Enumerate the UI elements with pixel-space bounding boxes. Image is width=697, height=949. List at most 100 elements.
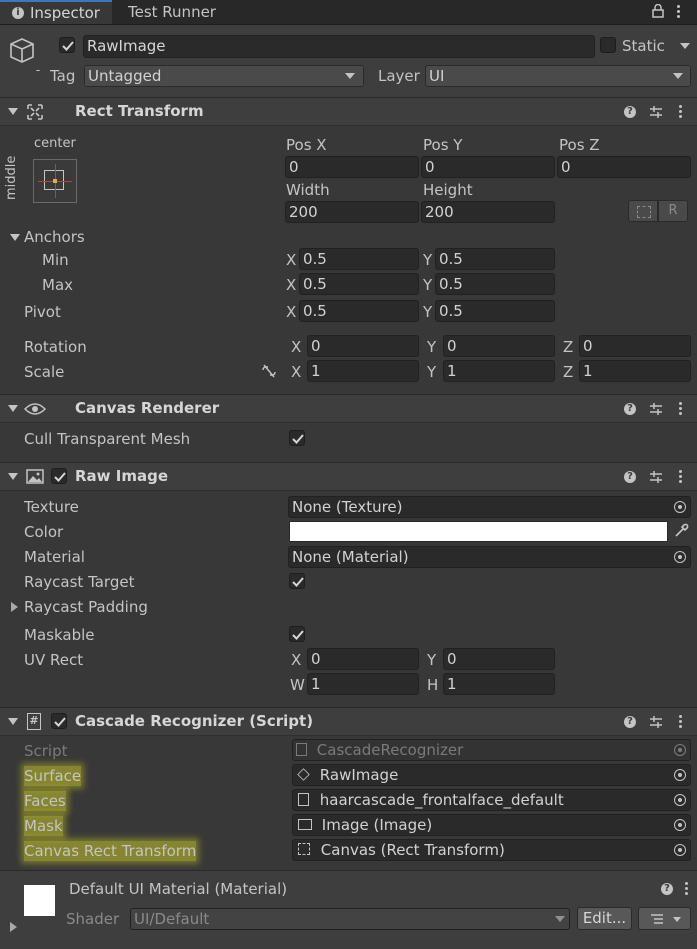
rot-y-field[interactable]: 0 — [443, 335, 555, 357]
rot-z-label: Z — [563, 338, 574, 356]
rot-z-field[interactable]: 0 — [579, 335, 691, 357]
width-field[interactable]: 200 — [285, 201, 419, 223]
help-icon[interactable]: ? — [624, 403, 636, 415]
help-icon[interactable]: ? — [624, 106, 636, 118]
preset-icon[interactable] — [649, 715, 663, 729]
expand-arrow-icon[interactable] — [8, 718, 18, 725]
layer-dropdown[interactable]: UI — [425, 65, 691, 87]
rot-x-field[interactable]: 0 — [307, 335, 419, 357]
uv-x-field[interactable]: 0 — [307, 648, 419, 670]
cull-transparent-checkbox[interactable] — [289, 430, 305, 446]
help-icon[interactable]: ? — [624, 716, 636, 728]
shader-options-button[interactable] — [638, 907, 691, 930]
unlink-icon[interactable] — [261, 364, 277, 378]
pivot-x-field[interactable]: 0.5 — [299, 300, 419, 322]
rotation-label: Rotation — [24, 338, 87, 356]
maskable-checkbox[interactable] — [289, 626, 305, 642]
raw-edit-button[interactable]: R — [658, 200, 688, 222]
tag-dropdown[interactable]: Untagged — [84, 65, 364, 87]
faces-field[interactable]: haarcascade_frontalface_default — [292, 789, 691, 811]
object-picker-icon[interactable] — [674, 769, 686, 781]
max-y-field[interactable]: 0.5 — [435, 273, 555, 295]
uv-y-field[interactable]: 0 — [443, 648, 555, 670]
pos-z-field[interactable]: 0 — [557, 156, 691, 178]
pos-y-field[interactable]: 0 — [421, 156, 555, 178]
faces-value: haarcascade_frontalface_default — [319, 791, 564, 809]
lock-icon[interactable] — [652, 3, 664, 18]
expand-arrow-icon[interactable] — [8, 405, 18, 412]
eyedropper-icon[interactable] — [673, 523, 689, 539]
min-label: Min — [42, 251, 69, 269]
expand-arrow-icon[interactable] — [8, 108, 18, 115]
static-dropdown-icon[interactable] — [680, 43, 690, 49]
uv-w-field[interactable]: 1 — [307, 673, 419, 695]
static-checkbox[interactable] — [600, 37, 616, 53]
object-picker-icon[interactable] — [674, 551, 686, 563]
preset-icon[interactable] — [649, 470, 663, 484]
max-x-field[interactable]: 0.5 — [299, 273, 419, 295]
surface-value: RawImage — [319, 766, 399, 784]
material-expand-icon[interactable] — [10, 922, 17, 932]
gameobject-icon[interactable] — [8, 35, 44, 73]
tab-menu-icon[interactable] — [677, 5, 680, 20]
canvas-rect-transform-field[interactable]: Canvas (Rect Transform) — [292, 839, 691, 861]
min-x-field[interactable]: 0.5 — [299, 248, 419, 270]
raycast-padding-label: Raycast Padding — [24, 598, 148, 616]
blueprint-mode-button[interactable] — [628, 200, 658, 222]
object-picker-icon[interactable] — [674, 819, 686, 831]
image-icon — [26, 469, 44, 484]
help-icon[interactable]: ? — [661, 883, 673, 895]
object-picker-icon[interactable] — [674, 794, 686, 806]
active-checkbox[interactable] — [59, 37, 75, 53]
pivot-y-field[interactable]: 0.5 — [435, 300, 555, 322]
color-swatch[interactable] — [289, 521, 668, 542]
anchor-preset-button[interactable] — [33, 159, 77, 203]
help-icon[interactable]: ? — [624, 471, 636, 483]
scale-z-field[interactable]: 1 — [579, 360, 691, 382]
component-menu-icon[interactable] — [679, 402, 682, 417]
rect-transform-header[interactable]: Rect Transform ? — [0, 97, 697, 126]
faces-label: Faces — [24, 791, 66, 811]
shader-dropdown: UI/Default — [130, 908, 570, 930]
color-label: Color — [24, 523, 64, 541]
mask-field[interactable]: Image (Image) — [292, 814, 691, 836]
scale-x-field[interactable]: 1 — [307, 360, 419, 382]
preset-icon[interactable] — [649, 402, 663, 416]
texture-field[interactable]: None (Texture) — [288, 496, 691, 518]
material-menu-icon[interactable] — [685, 882, 688, 897]
object-picker-icon[interactable] — [674, 844, 686, 856]
uv-rect-label: UV Rect — [24, 651, 84, 669]
tab-test-runner[interactable]: Test Runner — [114, 0, 234, 24]
material-field[interactable]: None (Material) — [288, 546, 691, 568]
surface-field[interactable]: RawImage — [292, 764, 691, 786]
uv-h-field[interactable]: 1 — [443, 673, 555, 695]
min-y-label: Y — [423, 251, 433, 269]
canvas-renderer-header[interactable]: Canvas Renderer ? — [0, 394, 697, 423]
mask-label: Mask — [24, 816, 63, 836]
raw-image-enabled-checkbox[interactable] — [51, 468, 67, 484]
raw-image-header[interactable]: Raw Image ? — [0, 462, 697, 491]
raycast-padding-expand-icon[interactable] — [11, 602, 18, 612]
material-label: Material — [24, 548, 85, 566]
component-menu-icon[interactable] — [679, 105, 682, 120]
pos-x-field[interactable]: 0 — [285, 156, 419, 178]
gameobject-name-field[interactable]: RawImage — [83, 35, 595, 58]
scale-y-field[interactable]: 1 — [443, 360, 555, 382]
object-picker-icon[interactable] — [674, 501, 686, 513]
expand-arrow-icon[interactable] — [8, 473, 18, 480]
min-y-field[interactable]: 0.5 — [435, 248, 555, 270]
height-field[interactable]: 200 — [421, 201, 555, 223]
component-menu-icon[interactable] — [679, 470, 682, 485]
edit-shader-button[interactable]: Edit... — [577, 907, 632, 930]
maskable-label: Maskable — [24, 626, 95, 644]
scale-y-label: Y — [427, 363, 437, 381]
component-menu-icon[interactable] — [679, 715, 682, 730]
raycast-target-checkbox[interactable] — [289, 573, 305, 589]
anchors-expand-icon[interactable] — [10, 234, 20, 241]
layer-dropdown-icon — [673, 73, 683, 79]
preset-icon[interactable] — [649, 105, 663, 119]
shader-value: UI/Default — [134, 910, 210, 928]
cascade-recognizer-header[interactable]: # Cascade Recognizer (Script) ? — [0, 707, 697, 736]
cascade-enabled-checkbox[interactable] — [51, 713, 67, 729]
tab-inspector[interactable]: i Inspector — [0, 0, 112, 24]
